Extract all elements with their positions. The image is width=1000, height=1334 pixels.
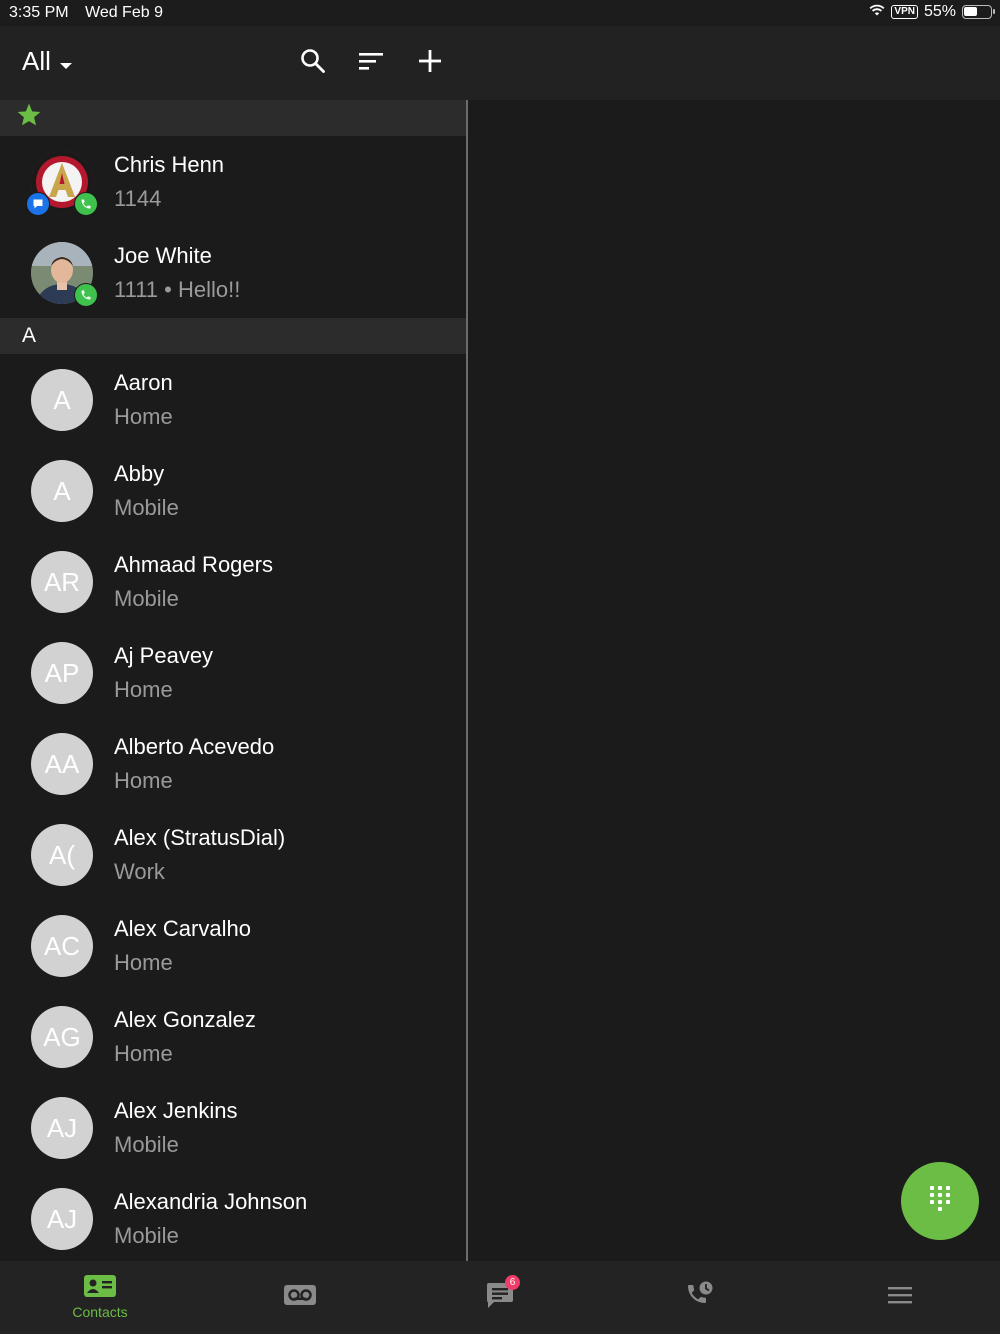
contact-subtitle: Mobile <box>114 1223 179 1248</box>
battery-icon <box>962 5 995 19</box>
avatar <box>26 151 98 216</box>
contact-row[interactable]: AC Alex Carvalho Home <box>0 900 466 991</box>
contact-row[interactable]: AG Alex Gonzalez Home <box>0 991 466 1082</box>
contact-subtitle: Mobile <box>114 586 179 611</box>
star-icon <box>16 102 42 134</box>
section-header-a: A <box>0 318 466 354</box>
contact-card-icon <box>84 1275 116 1302</box>
avatar-initials: AC <box>31 915 93 977</box>
avatar-initials: A <box>31 460 93 522</box>
contact-name: Alex Gonzalez <box>114 1007 256 1032</box>
contact-subtitle: Home <box>114 950 173 975</box>
status-bar: 3:35 PM Wed Feb 9 VPN 55% <box>0 0 1000 26</box>
tab-messages[interactable]: 6 <box>400 1261 600 1334</box>
contact-subtitle: Work <box>114 859 165 884</box>
avatar-initials: AA <box>31 733 93 795</box>
tab-voicemail[interactable] <box>200 1261 400 1334</box>
contact-subtitle: Mobile <box>114 495 179 520</box>
contact-subtitle: Home <box>114 404 173 429</box>
contact-row[interactable]: AP Aj Peavey Home <box>0 627 466 718</box>
dialpad-button[interactable] <box>901 1162 979 1240</box>
filter-dropdown[interactable]: All <box>22 46 73 77</box>
contact-subtitle: Home <box>114 677 173 702</box>
plus-icon <box>418 49 442 78</box>
voicemail-icon <box>284 1285 316 1310</box>
contact-name: Aaron <box>114 370 173 395</box>
caret-down-icon <box>59 46 73 77</box>
contact-name: Chris Henn <box>114 152 225 177</box>
wifi-icon <box>869 3 885 21</box>
phone-presence-icon <box>74 283 98 307</box>
avatar-initials: AJ <box>31 1188 93 1250</box>
status-date: Wed Feb 9 <box>85 4 163 21</box>
avatar-initials: AG <box>31 1006 93 1068</box>
contact-name: Alex Jenkins <box>114 1098 238 1123</box>
avatar-initials: A <box>31 369 93 431</box>
status-time: 3:35 PM <box>9 4 69 21</box>
contact-name: Ahmaad Rogers <box>114 552 273 577</box>
favorite-contact-row[interactable]: Joe White 1111 • Hello!! <box>0 227 466 318</box>
filter-label: All <box>22 46 51 76</box>
tab-label: Contacts <box>72 1304 128 1320</box>
avatar <box>31 242 98 307</box>
contact-list[interactable]: Chris Henn 1144 Joe White 1111 • Hello!!… <box>0 100 466 1261</box>
contact-row[interactable]: AJ Alex Jenkins Mobile <box>0 1082 466 1173</box>
contact-name: Joe White <box>114 243 212 268</box>
dialpad-icon <box>928 1184 952 1219</box>
avatar-initials: AP <box>31 642 93 704</box>
contact-subtitle: Home <box>114 768 173 793</box>
contact-row[interactable]: A Aaron Home <box>0 354 466 445</box>
avatar-initials: AR <box>31 551 93 613</box>
tab-contacts[interactable]: Contacts <box>0 1261 200 1334</box>
contact-name: Alexandria Johnson <box>114 1189 308 1214</box>
chat-presence-icon <box>26 192 50 216</box>
chat-icon: 6 <box>485 1275 520 1314</box>
phone-presence-icon <box>74 192 98 216</box>
contact-subtitle: Home <box>114 1041 173 1066</box>
contact-subtitle: 1144 <box>114 186 162 211</box>
favorite-contact-row[interactable]: Chris Henn 1144 <box>0 136 466 227</box>
avatar-initials: AJ <box>31 1097 93 1159</box>
contact-name: Alex Carvalho <box>114 916 251 941</box>
contact-name: Alex (StratusDial) <box>114 825 286 850</box>
tab-menu[interactable] <box>800 1261 1000 1334</box>
app-header: All <box>0 26 1000 100</box>
favorites-header <box>0 100 466 136</box>
sort-button[interactable] <box>354 46 388 80</box>
detail-pane <box>468 100 1000 1261</box>
tab-calls[interactable] <box>600 1261 800 1334</box>
avatar-initials: A( <box>31 824 93 886</box>
contact-row[interactable]: A( Alex (StratusDial) Work <box>0 809 466 900</box>
contact-row[interactable]: AR Ahmaad Rogers Mobile <box>0 536 466 627</box>
contact-row[interactable]: AA Alberto Acevedo Home <box>0 718 466 809</box>
status-indicators: VPN 55% <box>869 3 995 21</box>
battery-fill <box>964 7 977 16</box>
vpn-badge: VPN <box>891 5 918 19</box>
search-button[interactable] <box>296 46 330 80</box>
contact-row[interactable]: AJ Alexandria Johnson Mobile <box>0 1173 466 1261</box>
search-icon <box>300 48 326 79</box>
sort-icon <box>358 51 384 76</box>
contact-row[interactable]: A Abby Mobile <box>0 445 466 536</box>
contact-name: Alberto Acevedo <box>114 734 275 759</box>
hamburger-menu-icon <box>887 1285 913 1310</box>
add-contact-button[interactable] <box>413 46 447 80</box>
call-history-icon <box>685 1280 715 1315</box>
unread-badge: 6 <box>505 1275 520 1290</box>
battery-percent: 55% <box>923 3 956 20</box>
contact-subtitle: 1111 • Hello!! <box>114 277 241 302</box>
tab-bar: Contacts 6 <box>0 1261 1000 1334</box>
contact-name: Aj Peavey <box>114 643 214 668</box>
contact-subtitle: Mobile <box>114 1132 179 1157</box>
contact-name: Abby <box>114 461 165 486</box>
